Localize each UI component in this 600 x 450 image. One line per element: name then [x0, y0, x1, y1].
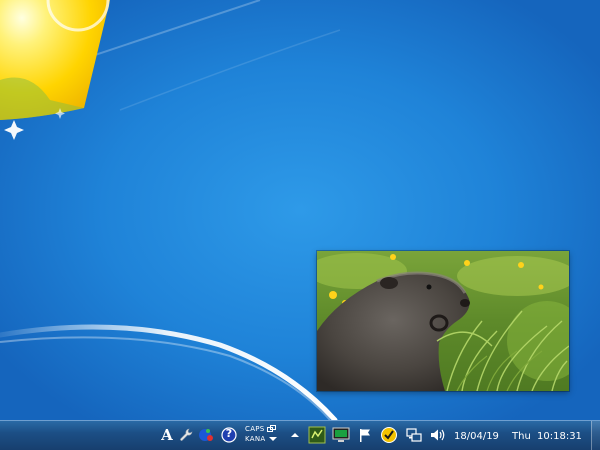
network-icon[interactable] — [405, 426, 423, 444]
action-center-flag-icon[interactable] — [356, 426, 374, 444]
ime-options-icon[interactable] — [266, 424, 278, 434]
ime-mode-icon[interactable]: A — [158, 426, 176, 444]
show-hidden-icons-icon[interactable] — [286, 426, 304, 444]
help-icon-glyph: ? — [225, 427, 233, 440]
volume-icon[interactable] — [429, 426, 447, 444]
ime-dropdown-icon[interactable] — [268, 435, 278, 443]
color-dots-icon[interactable] — [197, 426, 215, 444]
ime-mode-label: A — [161, 426, 173, 444]
wrench-icon[interactable] — [177, 426, 195, 444]
show-desktop-button[interactable] — [591, 421, 600, 450]
monitor-icon[interactable] — [332, 426, 350, 444]
green-app-icon[interactable] — [308, 426, 326, 444]
ime-kana-label: KANA — [245, 435, 266, 443]
clock-time[interactable]: 10:18:31 — [537, 431, 582, 442]
help-icon[interactable]: ? — [220, 426, 238, 444]
taskbar: A ? CAPS KANA 18/04/19 Thu 10:18:31 — [0, 420, 600, 450]
norton-check-icon[interactable] — [380, 426, 398, 444]
desktop[interactable] — [0, 0, 600, 420]
ime-caps-label: CAPS — [245, 425, 265, 433]
photo-window[interactable] — [317, 251, 569, 391]
clock-date[interactable]: 18/04/19 — [454, 431, 499, 442]
clock-day[interactable]: Thu — [512, 431, 531, 442]
marmot-photo — [317, 251, 569, 391]
